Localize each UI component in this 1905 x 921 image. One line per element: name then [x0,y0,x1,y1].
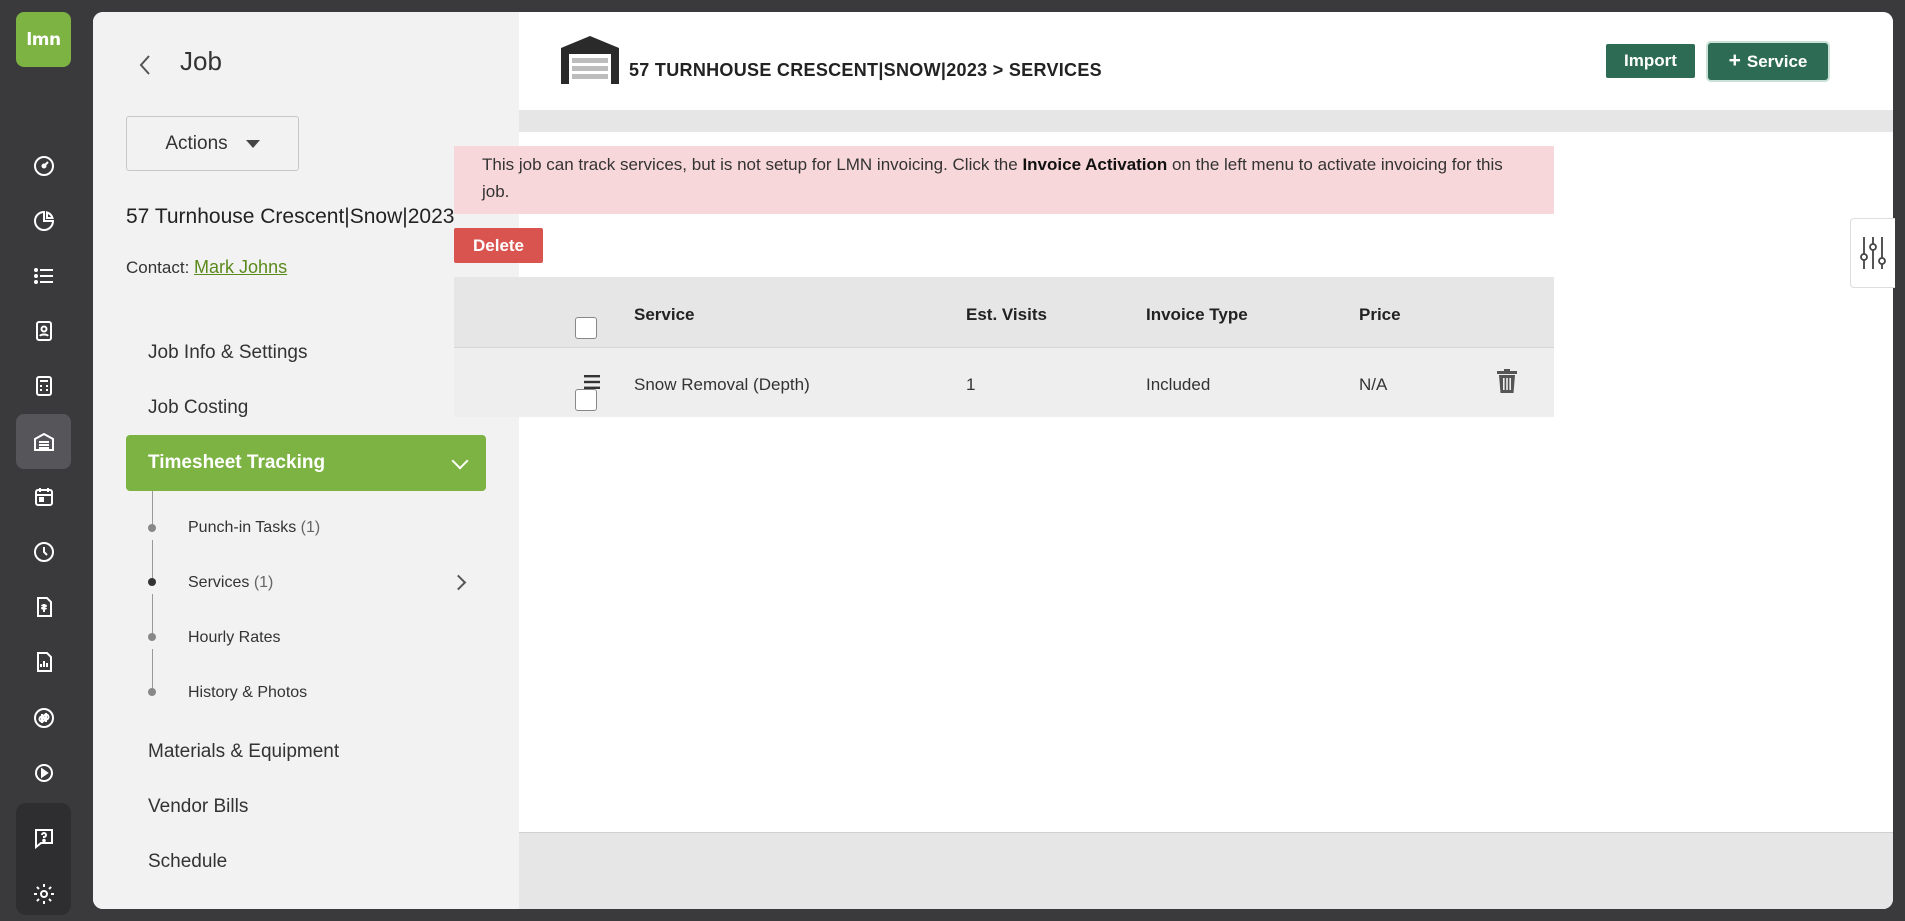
contact-line: Contact: Mark Johns [126,257,287,278]
actions-dropdown[interactable]: Actions [126,116,299,171]
trash-icon[interactable] [1497,369,1517,398]
play-icon[interactable] [16,745,71,800]
contact-label: Contact: [126,258,190,277]
lmn-logo[interactable]: lmn [16,12,71,67]
drag-handle-icon[interactable] [584,375,600,394]
invoicing-alert: This job can track services, but is not … [454,146,1554,214]
nav-timesheet-tracking[interactable]: Timesheet Tracking [126,435,486,491]
breadcrumb: 57 TURNHOUSE CRESCENT|SNOW|2023 > SERVIC… [629,60,1102,80]
sub-punch-in-label: Punch-in Tasks [188,519,297,536]
caret-down-icon [245,139,260,148]
services-table: Service Est. Visits Invoice Type Price S… [454,277,1554,417]
nav-materials-equipment[interactable]: Materials & Equipment [148,741,339,763]
tree-dot [148,633,156,641]
filter-sliders-icon[interactable] [1850,218,1895,288]
cell-est-visits: 1 [966,375,976,394]
garage-icon [559,34,621,89]
dashboard-icon[interactable] [16,138,71,193]
chevron-right-icon [450,574,467,591]
add-service-label: Service [1746,51,1808,71]
contact-card-icon[interactable] [16,303,71,358]
contact-link[interactable]: Mark Johns [194,257,287,277]
chevron-down-icon [451,452,469,470]
quickbooks-icon[interactable] [16,690,71,745]
tree-line [152,540,153,580]
page-title: Job [180,46,222,76]
tree-line [152,649,153,689]
tree-line [152,491,153,527]
delete-button[interactable]: Delete [454,228,543,263]
nav-timesheet-label: Timesheet Tracking [148,452,326,473]
back-icon[interactable] [138,52,152,83]
sub-punch-in-count: (1) [300,519,321,536]
col-service[interactable]: Service [634,305,695,325]
alert-text: This job can track services, but is not … [482,155,1023,174]
nav-job-info[interactable]: Job Info & Settings [148,342,308,364]
cell-service: Snow Removal (Depth) [634,375,810,394]
col-price[interactable]: Price [1359,305,1401,325]
calculator-icon[interactable] [16,358,71,413]
pie-chart-icon[interactable] [16,193,71,248]
tree-line [152,594,153,634]
nav-vendor-bills[interactable]: Vendor Bills [148,796,248,818]
cell-invoice-type: Included [1146,375,1211,394]
col-invoice-type[interactable]: Invoice Type [1146,305,1248,325]
import-button[interactable]: Import [1606,44,1695,78]
sub-services[interactable]: Services (1) [188,574,273,592]
invoice-icon[interactable] [16,579,71,634]
nav-job-costing[interactable]: Job Costing [148,397,248,419]
logo-text: lmn [26,29,61,50]
settings-icon[interactable] [16,866,71,921]
plus-icon: + [1728,48,1741,72]
sub-punch-in-tasks[interactable]: Punch-in Tasks (1) [188,519,320,537]
actions-label: Actions [165,132,228,154]
page-footer [519,832,1893,909]
job-name: 57 Turnhouse Crescent|Snow|2023 [126,205,455,228]
sub-hourly-rates[interactable]: Hourly Rates [188,629,280,647]
job-garage-icon[interactable] [16,414,71,469]
header-divider [519,110,1893,132]
sub-services-label: Services [188,574,250,591]
sub-services-count: (1) [253,574,274,591]
col-est-visits[interactable]: Est. Visits [966,305,1047,325]
nav-schedule[interactable]: Schedule [148,851,227,869]
select-all-checkbox[interactable] [575,317,597,339]
sub-history-photos[interactable]: History & Photos [188,684,307,702]
report-icon[interactable] [16,634,71,689]
add-service-button[interactable]: + Service [1708,43,1828,80]
clock-icon[interactable] [16,524,71,579]
app-rail: lmn [0,0,87,921]
tree-dot [148,688,156,696]
alert-bold: Invoice Activation [1022,155,1168,174]
tree-dot [148,524,156,532]
help-icon[interactable] [16,810,71,865]
tree-dot [148,578,156,586]
cell-price: N/A [1359,375,1388,394]
list-icon[interactable] [16,248,71,303]
page-header: 57 TURNHOUSE CRESCENT|SNOW|2023 > SERVIC… [519,12,1893,110]
calendar-icon[interactable] [16,469,71,524]
